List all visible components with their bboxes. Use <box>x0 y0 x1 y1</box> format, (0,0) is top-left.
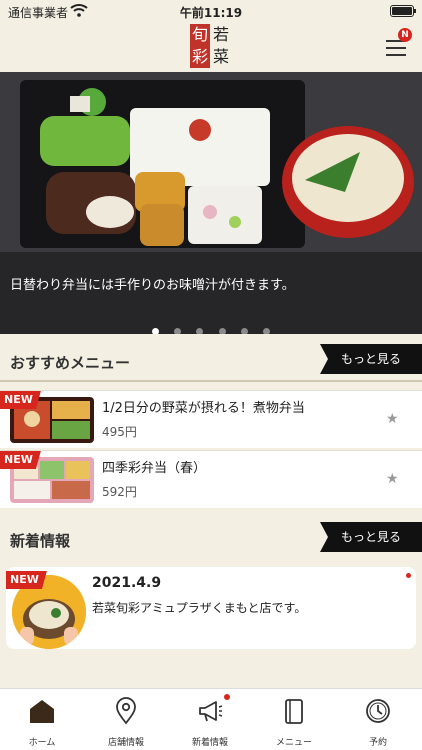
tab-reservation[interactable]: 予約 <box>336 689 420 750</box>
section-title: おすすめメニュー <box>10 354 131 372</box>
carousel-dot[interactable] <box>196 328 204 334</box>
bento-photo <box>0 72 422 334</box>
menu-item-price: 495円 <box>102 425 137 439</box>
tab-label: 予約 <box>368 738 387 748</box>
divider <box>0 380 422 382</box>
favorite-star-icon[interactable]: ★ <box>386 411 399 427</box>
clock-icon <box>366 699 390 723</box>
hamburger-menu-button[interactable]: N <box>384 28 412 60</box>
favorite-star-icon[interactable]: ★ <box>386 471 399 487</box>
logo-red-mark: 旬彩 <box>190 24 210 68</box>
carousel-dot[interactable] <box>218 328 226 334</box>
app-header: 旬彩 若菜 N <box>0 22 422 72</box>
news-card[interactable]: NEW 2021.4.9 若菜旬彩アミュプラザくまもと店です。 <box>6 567 416 649</box>
menu-item-name: 四季彩弁当（春） <box>102 461 207 476</box>
new-tag: NEW <box>0 391 41 409</box>
carousel-dot[interactable] <box>152 328 160 334</box>
tab-store-info[interactable]: 店舗情報 <box>84 689 168 750</box>
hamburger-icon-bar <box>386 54 406 56</box>
menu-item-price: 592円 <box>102 485 137 499</box>
notification-badge: N <box>398 28 412 42</box>
new-tag: NEW <box>6 571 47 589</box>
logo-dark-mark: 若菜 <box>212 25 229 66</box>
news-badge-dot <box>224 694 230 700</box>
hero-carousel[interactable]: 日替わり弁当には手作りのお味噌汁が付きます。 <box>0 72 422 334</box>
carousel-dot[interactable] <box>262 328 270 334</box>
hero-caption: 日替わり弁当には手作りのお味噌汁が付きます。 <box>10 278 295 293</box>
battery-icon <box>390 5 416 17</box>
tab-label: メニュー <box>275 738 312 748</box>
carousel-dot[interactable] <box>174 328 182 334</box>
new-tag: NEW <box>0 451 41 469</box>
news-text: 若菜旬彩アミュプラザくまもと店です。 <box>92 601 307 615</box>
section-title: 新着情報 <box>10 532 71 550</box>
tab-news[interactable]: 新着情報 <box>168 689 252 750</box>
tab-menu[interactable]: メニュー <box>252 689 336 750</box>
menu-item-name: 1/2日分の野菜が摂れる！煮物弁当 <box>102 401 305 416</box>
news-date: 2021.4.9 <box>92 575 162 591</box>
home-icon <box>30 700 54 723</box>
menu-item-card[interactable]: NEW 四季彩弁当（春） 592円 ★ <box>0 450 422 508</box>
tab-label: 新着情報 <box>191 738 228 748</box>
news-more-button[interactable]: もっと見る <box>320 522 422 552</box>
recommend-section-header: おすすめメニュー もっと見る <box>0 344 422 382</box>
book-icon <box>285 699 303 724</box>
hamburger-icon-bar <box>386 47 406 49</box>
megaphone-icon <box>199 701 223 722</box>
brand-logo[interactable]: 旬彩 若菜 <box>190 24 232 68</box>
carousel-dot[interactable] <box>240 328 248 334</box>
news-section-header: 新着情報 もっと見る <box>0 522 422 558</box>
tab-label: ホーム <box>28 738 56 748</box>
clock-time: 午前11:19 <box>179 6 243 20</box>
carousel-indicator[interactable] <box>0 320 422 334</box>
menu-item-card[interactable]: NEW 1/2日分の野菜が摂れる！煮物弁当 495円 ★ <box>0 390 422 448</box>
unread-dot <box>406 573 411 578</box>
tab-bar: ホーム 店舗情報 新着情報 メニュー 予約 <box>0 688 422 750</box>
tab-label: 店舗情報 <box>107 738 144 748</box>
status-bar: 通信事業者 午前11:19 <box>0 0 422 22</box>
recommend-more-button[interactable]: もっと見る <box>320 344 422 374</box>
tab-home[interactable]: ホーム <box>0 689 84 750</box>
map-pin-icon <box>116 697 136 725</box>
